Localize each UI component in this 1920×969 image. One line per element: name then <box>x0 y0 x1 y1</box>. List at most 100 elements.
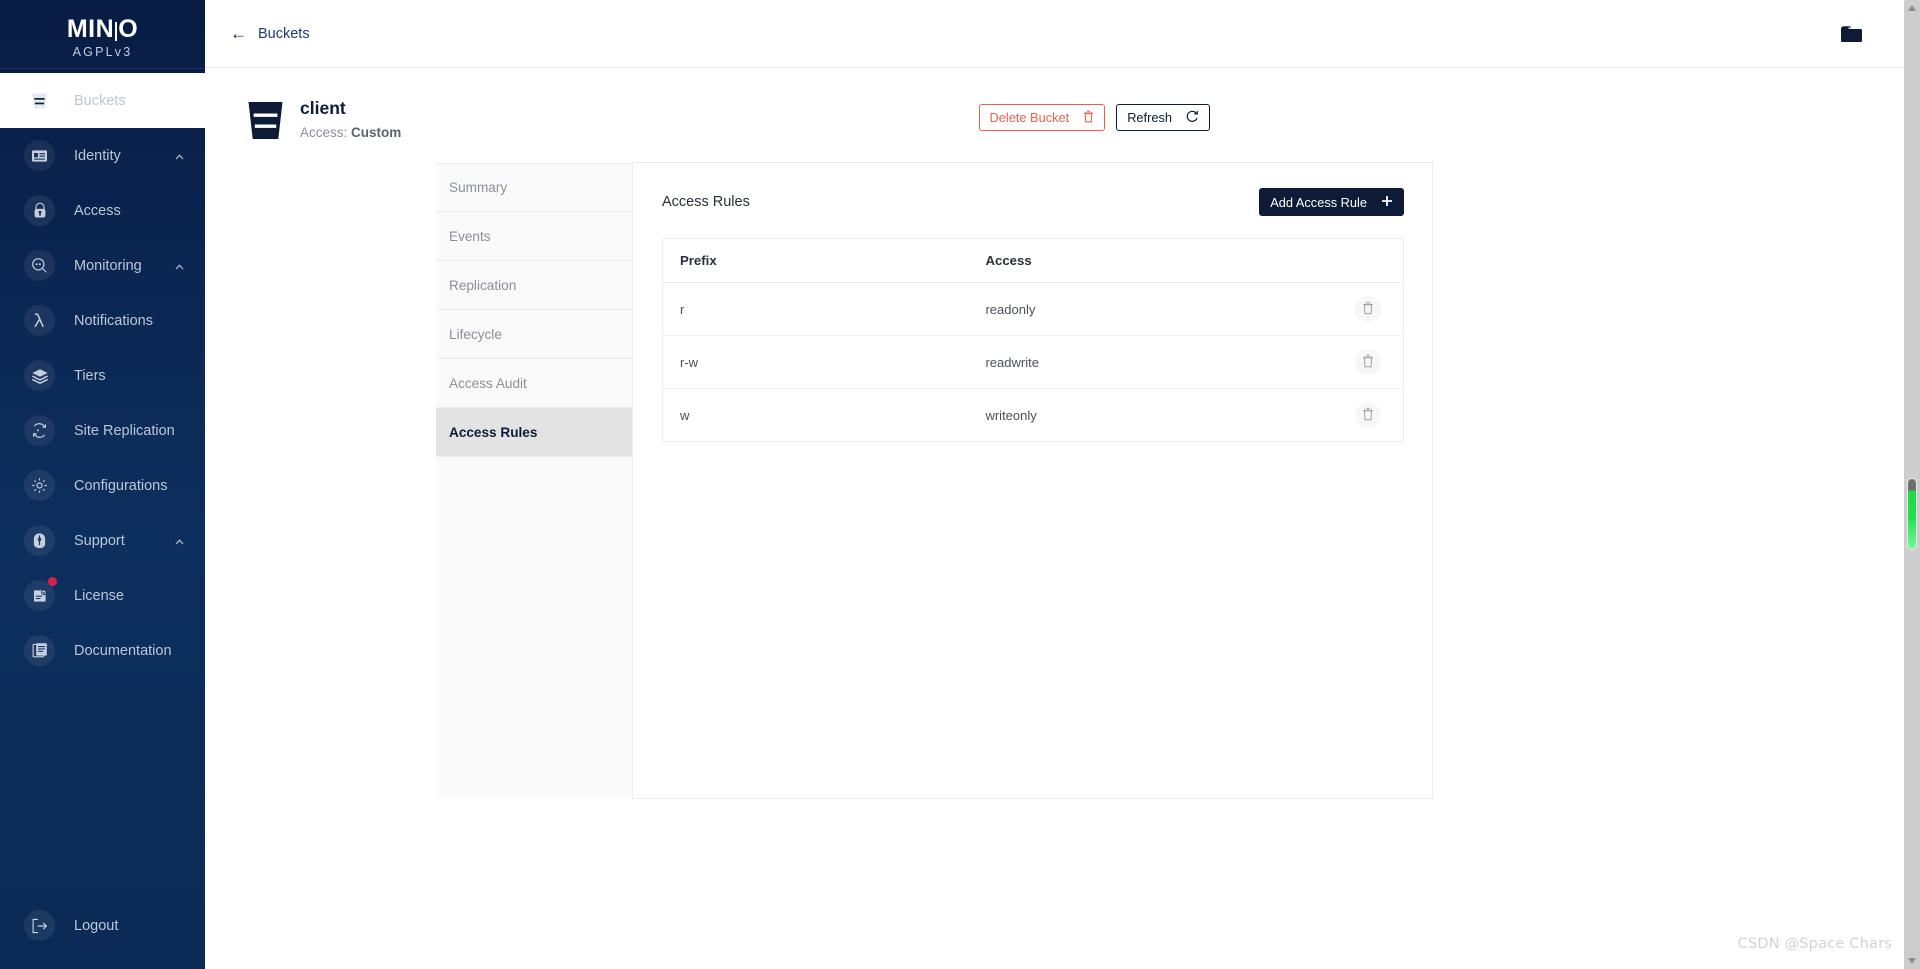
delete-rule-button[interactable] <box>1355 402 1381 428</box>
magnifier-icon <box>24 250 55 281</box>
delete-bucket-label: Delete Bucket <box>989 110 1070 125</box>
tab-access-rules[interactable]: Access Rules <box>436 408 632 457</box>
sidebar: MIN O AGPLv3 Buckets Identity Access Monito… <box>0 0 205 969</box>
identity-card-icon <box>24 140 55 171</box>
sidebar-item-buckets[interactable]: Buckets <box>0 73 205 128</box>
cell-prefix: w <box>662 388 969 442</box>
chevron-up-icon[interactable] <box>175 532 184 550</box>
column-header-access: Access <box>968 238 1325 283</box>
bucket-access-value: Custom <box>351 124 402 140</box>
tab-events[interactable]: Events <box>436 212 632 261</box>
sidebar-item-label: Tiers <box>74 367 106 384</box>
bucket-tabs: Summary Events Replication Lifecycle Access … <box>436 163 633 798</box>
refresh-button-label: Refresh <box>1127 110 1172 125</box>
cell-access: readwrite <box>968 335 1325 389</box>
sidebar-item-label: Documentation <box>74 642 172 659</box>
page-actions: Delete Bucket Refresh <box>978 104 1210 131</box>
trash-icon <box>1083 110 1094 126</box>
tab-label: Replication <box>449 277 517 293</box>
page-header: client Access: Custom Delete Bucket Refr… <box>205 68 1920 141</box>
bucket-access-line: Access: Custom <box>300 125 401 140</box>
sidebar-item-label: Notifications <box>74 312 153 329</box>
add-access-rule-button[interactable]: Add Access Rule <box>1259 188 1404 216</box>
brand-block: MIN O AGPLv3 <box>0 0 205 68</box>
tab-lifecycle[interactable]: Lifecycle <box>436 310 632 359</box>
table-row[interactable]: r-w readwrite <box>662 335 1404 389</box>
bucket-icon <box>24 85 55 116</box>
page-body: client Access: Custom Delete Bucket Refr… <box>205 68 1920 798</box>
refresh-button[interactable]: Refresh <box>1116 104 1210 131</box>
access-rules-table: Prefix Access r readonly r-w readwrite w writ… <box>662 238 1404 442</box>
sidebar-item-label: License <box>74 587 124 604</box>
delete-rule-button[interactable] <box>1355 349 1381 375</box>
scrollbar-thumb[interactable] <box>1907 478 1917 550</box>
panel-title: Access Rules <box>662 194 750 210</box>
scroll-down-arrow-icon[interactable] <box>1908 958 1916 964</box>
sidebar-item-label: Site Replication <box>74 422 175 439</box>
cell-prefix: r-w <box>662 335 969 389</box>
table-row[interactable]: r readonly <box>662 282 1404 336</box>
logo-text-o: O <box>118 15 139 43</box>
trash-icon <box>1362 407 1374 424</box>
breadcrumb[interactable]: ← Buckets <box>230 25 310 42</box>
refresh-icon <box>1186 110 1199 126</box>
sidebar-item-label: Buckets <box>74 92 126 109</box>
delete-bucket-button[interactable]: Delete Bucket <box>978 104 1106 131</box>
sidebar-item-site-replication[interactable]: Site Replication <box>0 403 205 458</box>
sidebar-item-tiers[interactable]: Tiers <box>0 348 205 403</box>
sidebar-item-support[interactable]: Support <box>0 513 205 568</box>
app-window: MIN O AGPLv3 Buckets Identity Access Monito… <box>0 0 1920 969</box>
back-arrow-icon: ← <box>230 24 247 43</box>
tab-replication[interactable]: Replication <box>436 261 632 310</box>
tab-summary[interactable]: Summary <box>436 163 632 212</box>
sidebar-item-label: Identity <box>74 147 121 164</box>
lock-icon <box>24 195 55 226</box>
sidebar-item-label: Access <box>74 202 121 219</box>
page-scrollbar[interactable] <box>1904 0 1920 969</box>
trash-icon <box>1362 301 1374 318</box>
tab-label: Access Audit <box>449 375 527 391</box>
scroll-up-arrow-icon[interactable] <box>1908 5 1916 11</box>
sidebar-item-access[interactable]: Access <box>0 183 205 238</box>
bucket-access-label: Access: <box>300 124 348 140</box>
chevron-up-icon[interactable] <box>175 257 184 275</box>
cell-access: readonly <box>968 282 1325 336</box>
delete-rule-button[interactable] <box>1355 296 1381 322</box>
tab-access-audit[interactable]: Access Audit <box>436 359 632 408</box>
sidebar-item-logout[interactable]: Logout <box>0 898 205 953</box>
chevron-up-icon[interactable] <box>175 147 184 165</box>
sidebar-item-license[interactable]: License <box>0 568 205 623</box>
tab-label: Events <box>449 228 491 244</box>
cell-access: writeonly <box>968 388 1325 442</box>
logo-text-min: MIN <box>66 15 115 43</box>
table-row[interactable]: w writeonly <box>662 388 1404 442</box>
add-access-rule-label: Add Access Rule <box>1270 194 1367 210</box>
tab-label: Access Rules <box>449 424 538 440</box>
sidebar-item-notifications[interactable]: Notifications <box>0 293 205 348</box>
sidebar-item-configurations[interactable]: Configurations <box>0 458 205 513</box>
license-label: AGPLv3 <box>72 45 133 59</box>
sidebar-item-identity[interactable]: Identity <box>0 128 205 183</box>
access-rules-panel: Access Rules Add Access Rule Prefix Acce… <box>633 163 1432 798</box>
tab-label: Lifecycle <box>449 326 502 342</box>
bucket-meta: client Access: Custom <box>300 98 401 140</box>
page-title: client <box>300 98 346 118</box>
notification-badge-dot <box>48 577 57 586</box>
sidebar-item-monitoring[interactable]: Monitoring <box>0 238 205 293</box>
logo-divider-bar <box>115 22 118 41</box>
cell-actions <box>1324 282 1404 336</box>
tab-label: Summary <box>449 180 508 195</box>
license-doc-icon <box>24 577 57 611</box>
folder-icon[interactable] <box>1840 24 1864 44</box>
sidebar-item-documentation[interactable]: Documentation <box>0 623 205 678</box>
topbar: ← Buckets <box>205 0 1920 68</box>
breadcrumb-label: Buckets <box>258 25 310 42</box>
main-area: ← Buckets client Access: Custom Delete B… <box>205 0 1920 969</box>
column-header-prefix: Prefix <box>662 238 969 283</box>
logout-icon <box>24 910 55 941</box>
panel-header: Access Rules Add Access Rule <box>662 163 1404 238</box>
plus-icon <box>1381 195 1393 210</box>
table-head: Prefix Access <box>662 238 1404 283</box>
sidebar-item-label: Monitoring <box>74 257 142 274</box>
sync-icon <box>24 415 55 446</box>
